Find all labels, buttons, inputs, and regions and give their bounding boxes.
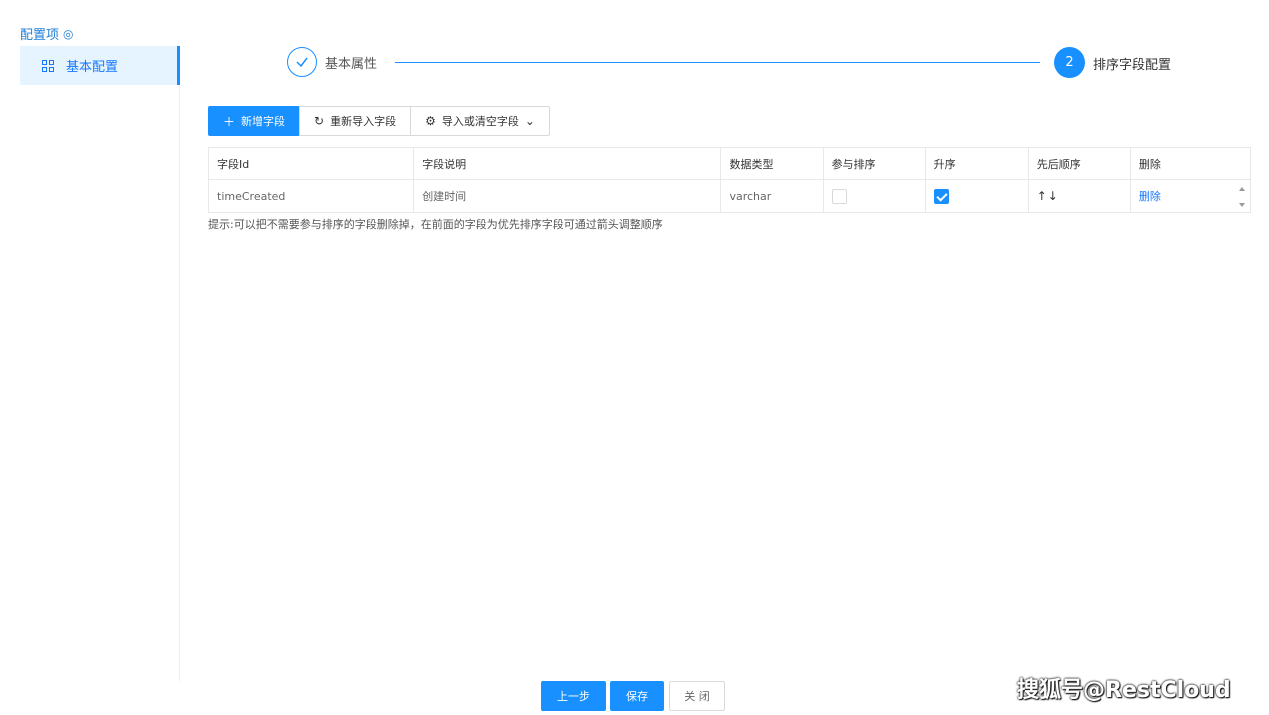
cell-ascending <box>924 179 1029 213</box>
header-field-id: 字段Id <box>207 147 415 180</box>
cell-participate-sort <box>822 179 926 213</box>
scroll-up-icon[interactable] <box>1239 187 1245 191</box>
header-data-type: 数据类型 <box>720 147 824 180</box>
import-clear-label: 导入或清空字段 <box>441 115 519 128</box>
gear-icon: ⚙ <box>425 114 436 128</box>
ascending-checkbox[interactable] <box>933 188 949 204</box>
toolbar: ＋ 新增字段 ↻ 重新导入字段 ⚙ 导入或清空字段 ⌄ <box>208 106 550 136</box>
close-button[interactable]: 关 闭 <box>669 681 725 711</box>
table-scrollbar[interactable] <box>1235 181 1250 213</box>
settings-icon[interactable]: ◎ <box>63 27 73 41</box>
sidebar-item-label: 基本配置 <box>66 60 119 75</box>
grid-icon <box>42 59 54 72</box>
delete-row-link[interactable]: 删除 <box>1139 190 1161 203</box>
table-row: timeCreated 创建时间 varchar ↑↓ 删除 <box>207 179 1252 213</box>
sidebar-item-basic-config[interactable]: 基本配置 <box>20 46 180 85</box>
cell-delete: 删除 <box>1129 179 1252 213</box>
step-2-number: 2 <box>1054 47 1085 78</box>
step-2-label: 排序字段配置 <box>1093 58 1172 73</box>
sidebar-title: 配置项 ◎ <box>20 24 74 44</box>
add-field-label: 新增字段 <box>241 115 286 128</box>
watermark: 搜狐号@RestCloud <box>1017 678 1231 703</box>
header-participate-sort: 参与排序 <box>822 147 926 180</box>
step-1-check-icon <box>287 47 317 77</box>
prev-step-button[interactable]: 上一步 <box>541 681 606 711</box>
reload-icon: ↻ <box>314 114 325 128</box>
reimport-fields-button[interactable]: ↻ 重新导入字段 <box>299 106 412 136</box>
cell-field-desc: 创建时间 <box>413 179 722 213</box>
hint-text: 提示:可以把不需要参与排序的字段删除掉，在前面的字段为优先排序字段可通过箭头调整… <box>208 218 663 231</box>
reimport-fields-label: 重新导入字段 <box>330 115 397 128</box>
plus-icon: ＋ <box>223 114 236 129</box>
header-delete: 删除 <box>1129 147 1252 180</box>
sidebar-divider <box>179 86 180 681</box>
chevron-down-icon: ⌄ <box>524 114 535 128</box>
step-connector <box>395 62 1040 63</box>
cell-field-id: timeCreated <box>207 179 415 213</box>
page-root: 配置项 ◎ 基本配置 基本属性 2 排序字段配置 ＋ 新增字段 ↻ 重新导入字段… <box>0 0 1269 715</box>
add-field-button[interactable]: ＋ 新增字段 <box>208 106 301 136</box>
cell-order: ↑↓ <box>1027 179 1131 213</box>
header-field-desc: 字段说明 <box>413 147 722 180</box>
cell-data-type: varchar <box>720 179 824 213</box>
participate-sort-checkbox[interactable] <box>831 188 847 204</box>
table-header-row: 字段Id 字段说明 数据类型 参与排序 升序 先后顺序 删除 <box>207 147 1252 180</box>
import-clear-fields-dropdown[interactable]: ⚙ 导入或清空字段 ⌄ <box>410 106 550 136</box>
sidebar-title-text: 配置项 <box>20 28 60 43</box>
scroll-down-icon[interactable] <box>1239 203 1245 207</box>
sort-fields-table: 字段Id 字段说明 数据类型 参与排序 升序 先后顺序 删除 timeCreat… <box>207 147 1252 213</box>
header-order: 先后顺序 <box>1027 147 1131 180</box>
save-button[interactable]: 保存 <box>610 681 664 711</box>
move-up-down-arrows-icon[interactable]: ↑↓ <box>1037 189 1059 203</box>
header-ascending: 升序 <box>924 147 1029 180</box>
step-1-label: 基本属性 <box>325 57 378 72</box>
